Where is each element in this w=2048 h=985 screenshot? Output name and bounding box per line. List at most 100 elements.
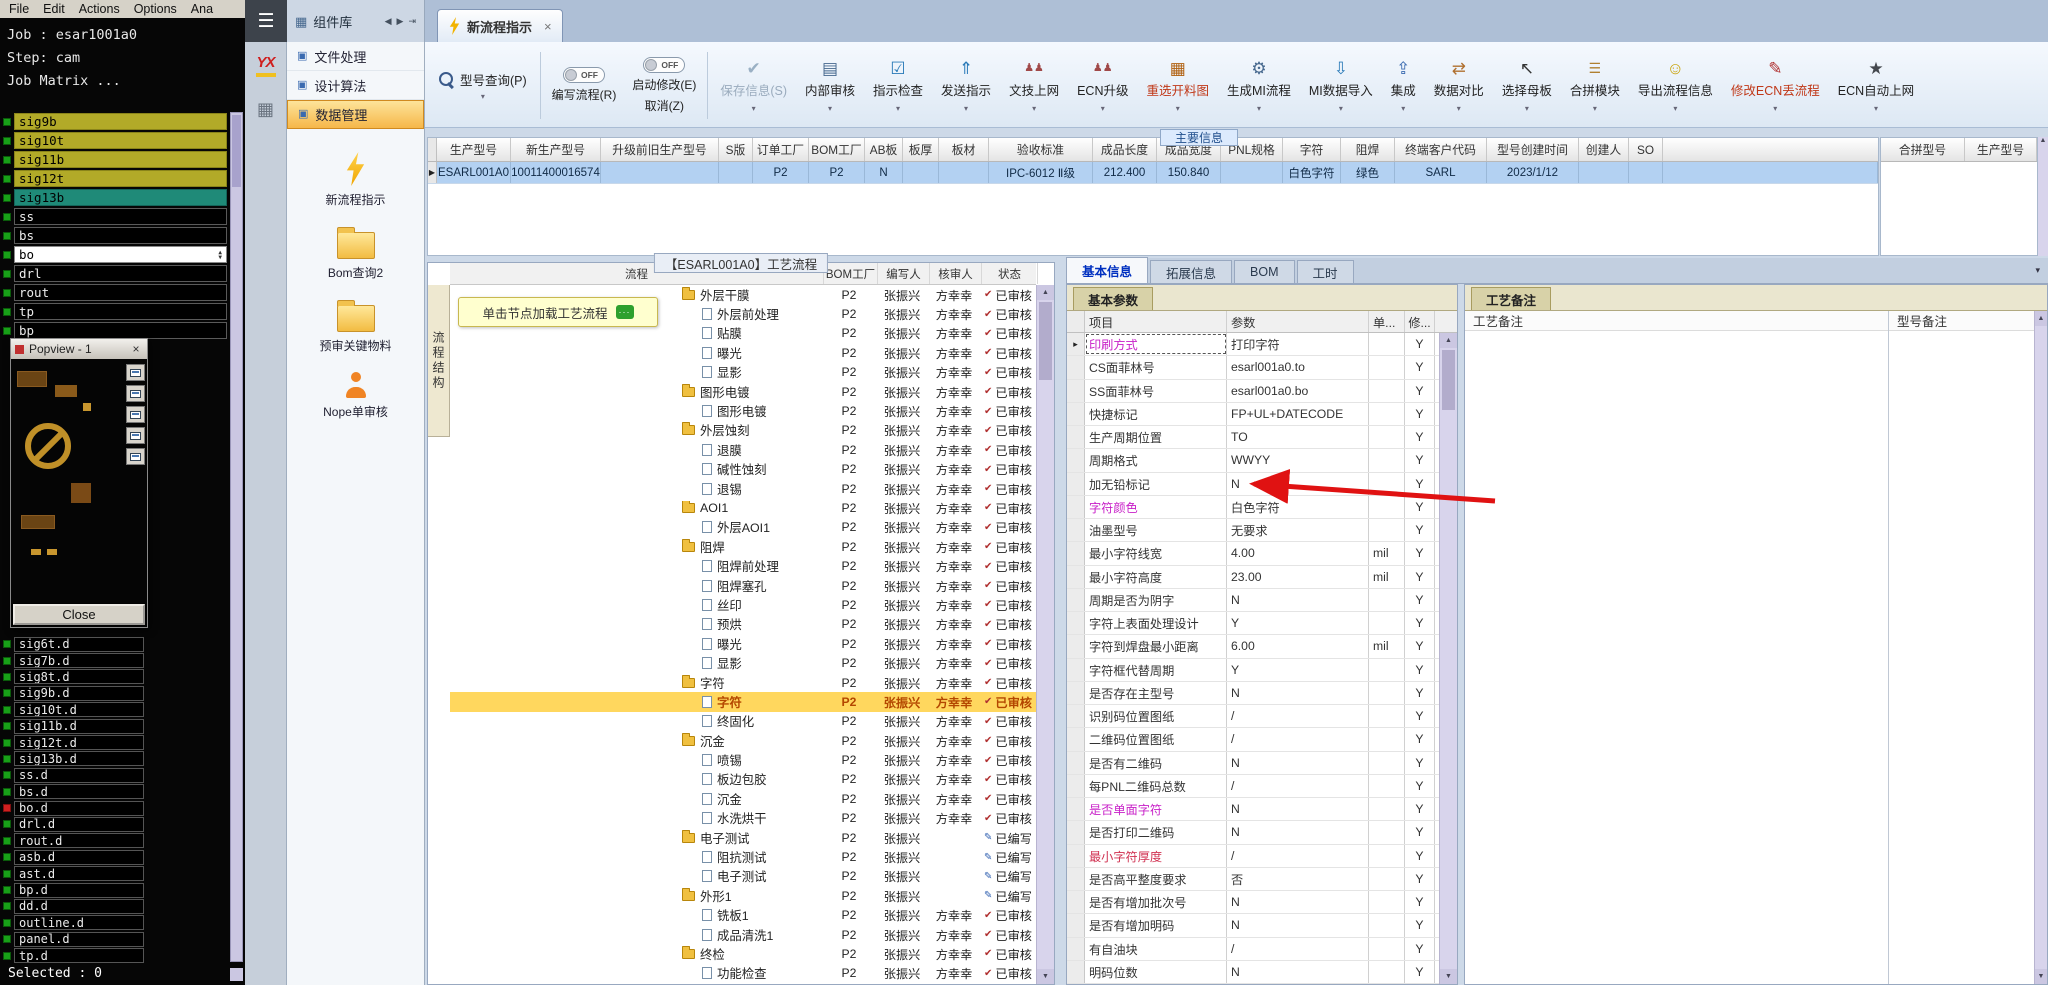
menu-item-ana[interactable]: Ana xyxy=(184,2,220,16)
toolbar-button-1[interactable]: ✔ 保存信息(S) ▾ xyxy=(711,46,796,125)
param-row[interactable]: 最小字符高度 23.00 mil Y xyxy=(1067,565,1457,589)
layer-row[interactable]: bo.d xyxy=(3,800,163,816)
param-value-cell[interactable]: / xyxy=(1227,844,1369,867)
tab-new-process-instruction[interactable]: 新流程指示 × xyxy=(437,9,563,42)
layer-row[interactable]: panel.d xyxy=(3,931,163,947)
process-node-row[interactable]: 喷锡 P2 张振兴 方幸幸 ✔ 已审核 xyxy=(450,750,1036,769)
model-query-button[interactable]: 型号查询(P) ▾ xyxy=(429,46,537,125)
process-node-row[interactable]: 字符 P2 张振兴 方幸幸 ✔ 已审核 xyxy=(450,673,1036,692)
write-flow-toggle-group[interactable]: OFF 编写流程(R) xyxy=(544,46,625,125)
tab-basic-params[interactable]: 基本参数 xyxy=(1073,287,1154,310)
param-row[interactable]: ▸ 印刷方式 打印字符 Y xyxy=(1067,333,1457,357)
layer-row[interactable]: rout.d xyxy=(3,833,163,849)
param-row[interactable]: 是否打印二维码 N Y xyxy=(1067,821,1457,845)
column-header[interactable]: 订单工厂 xyxy=(753,138,809,161)
param-row[interactable]: 是否有增加明码 N Y xyxy=(1067,914,1457,938)
process-node-row[interactable]: 成品清洗1 P2 张振兴 方幸幸 ✔ 已审核 xyxy=(450,925,1036,944)
process-node-row[interactable]: 图形电镀 P2 张振兴 方幸幸 ✔ 已审核 xyxy=(450,382,1036,401)
menu-button[interactable]: ☰ xyxy=(245,0,287,42)
param-row[interactable]: 生产周期位置 TO Y xyxy=(1067,426,1457,450)
toolbar-button-8[interactable]: ⚙ 生成MI流程 ▾ xyxy=(1218,46,1300,125)
toolbar-button-5[interactable]: ♟♟ 文技上网 ▾ xyxy=(1000,46,1068,125)
tab-process-structure[interactable]: 流程结构 xyxy=(428,285,450,437)
param-row[interactable]: 字符框代替周期 Y Y xyxy=(1067,658,1457,682)
process-node-row[interactable]: 退膜 P2 张振兴 方幸幸 ✔ 已审核 xyxy=(450,440,1036,459)
param-row[interactable]: 最小字符线宽 4.00 mil Y xyxy=(1067,542,1457,566)
param-row[interactable]: 周期是否为阴字 N Y xyxy=(1067,588,1457,612)
layer-sig6t.d[interactable]: sig6t.d xyxy=(14,636,144,652)
param-value-cell[interactable]: 23.00 xyxy=(1227,565,1369,588)
column-header[interactable]: 字符 xyxy=(1283,138,1341,161)
layer-row[interactable]: dd.d xyxy=(3,898,163,914)
scroll-thumb[interactable] xyxy=(1039,302,1052,380)
scroll-up-icon[interactable]: ▲ xyxy=(1440,333,1457,348)
process-node-row[interactable]: 丝印 P2 张振兴 方幸幸 ✔ 已审核 xyxy=(450,595,1036,614)
tab-1[interactable]: 基本信息 xyxy=(1066,257,1149,283)
param-value-cell[interactable]: N xyxy=(1227,472,1369,495)
process-node-row[interactable]: 功能检查 P2 张振兴 方幸幸 ✔ 已审核 xyxy=(450,964,1036,983)
toolbar-button-12[interactable]: ↖ 选择母板 ▾ xyxy=(1493,46,1561,125)
toolbar-button-16[interactable]: ★ ECN自动上网 ▾ xyxy=(1829,46,1923,125)
column-header[interactable]: 阻焊 xyxy=(1341,138,1395,161)
param-value-cell[interactable]: N xyxy=(1227,914,1369,937)
params-column-header[interactable]: 项目 xyxy=(1085,311,1227,332)
scroll-down-icon[interactable]: ▼ xyxy=(2035,969,2047,984)
popview-titlebar[interactable]: Popview - 1 × xyxy=(11,339,147,359)
process-node-row[interactable]: 铣板1 P2 张振兴 方幸幸 ✔ 已审核 xyxy=(450,906,1036,925)
param-row[interactable]: 是否单面字符 N Y xyxy=(1067,798,1457,822)
column-header[interactable]: AB板 xyxy=(865,138,903,161)
layer-panel.d[interactable]: panel.d xyxy=(14,931,144,947)
param-value-cell[interactable]: FP+UL+DATECODE xyxy=(1227,402,1369,425)
column-header[interactable]: BOM工厂 xyxy=(809,138,865,161)
layer-row[interactable]: sig12t.d xyxy=(3,734,163,751)
sidebar-item-2[interactable]: ▣ 设计算法 xyxy=(287,71,424,100)
toolbar-button-7[interactable]: ▦ 重选开料图 ▾ xyxy=(1137,46,1218,125)
param-row[interactable]: 加无铅标记 N Y xyxy=(1067,472,1457,496)
process-node-row[interactable]: 外形1 P2 张振兴 ✎ 已编写 xyxy=(450,886,1036,905)
next-icon[interactable]: ▶ xyxy=(397,16,404,27)
toolbar-button-9[interactable]: ⇩ MI数据导入 ▾ xyxy=(1300,46,1382,125)
enable-edit-toggle[interactable]: OFF xyxy=(643,57,686,74)
param-row[interactable]: 是否存在主型号 N Y xyxy=(1067,681,1457,705)
process-node-row[interactable]: 外层AOI1 P2 张振兴 方幸幸 ✔ 已审核 xyxy=(450,518,1036,537)
process-node-row[interactable]: 沉金 P2 张振兴 方幸幸 ✔ 已审核 xyxy=(450,789,1036,808)
param-row[interactable]: 字符到焊盘最小距离 6.00 mil Y xyxy=(1067,635,1457,659)
param-value-cell[interactable]: 无要求 xyxy=(1227,519,1369,542)
process-node-row[interactable]: AOI1 P2 张振兴 方幸幸 ✔ 已审核 xyxy=(450,498,1036,517)
layer-row[interactable]: ss xyxy=(3,207,227,226)
param-row[interactable]: 字符上表面处理设计 Y Y xyxy=(1067,612,1457,636)
layer-ss[interactable]: ss xyxy=(14,208,227,225)
layer-row[interactable]: asb.d xyxy=(3,849,163,865)
layer-row[interactable]: outline.d xyxy=(3,915,163,931)
chevron-down-icon[interactable]: ▾ xyxy=(2035,265,2040,276)
menu-item-edit[interactable]: Edit xyxy=(36,2,72,16)
layer-tp.d[interactable]: tp.d xyxy=(14,948,144,964)
module-item-2[interactable]: Bom查询2 xyxy=(287,223,424,284)
grid-scrollbar[interactable]: ▲ xyxy=(2038,137,2048,256)
tab-process-notes[interactable]: 工艺备注 xyxy=(1471,287,1552,310)
process-node-row[interactable]: 电子测试 P2 张振兴 ✎ 已编写 xyxy=(450,828,1036,847)
param-row[interactable]: 二维码位置图纸 / Y xyxy=(1067,728,1457,752)
tab-4[interactable]: 工时 xyxy=(1296,260,1354,283)
scroll-up-icon[interactable]: ▲ xyxy=(2035,311,2047,326)
param-value-cell[interactable]: 白色字符 xyxy=(1227,495,1369,518)
column-header[interactable]: SO xyxy=(1629,138,1663,161)
param-value-cell[interactable]: Y xyxy=(1227,612,1369,635)
process-node-row[interactable]: 碱性蚀刻 P2 张振兴 方幸幸 ✔ 已审核 xyxy=(450,460,1036,479)
param-value-cell[interactable]: N xyxy=(1227,588,1369,611)
layer-row[interactable]: tp xyxy=(3,302,227,321)
pcb-preview-canvas[interactable] xyxy=(11,359,147,603)
module-item-3[interactable]: 预审关键物料 xyxy=(287,296,424,357)
popview-tool-button[interactable] xyxy=(126,385,145,402)
layer-sig9b.d[interactable]: sig9b.d xyxy=(14,685,144,701)
layer-ss.d[interactable]: ss.d xyxy=(14,767,144,783)
column-header[interactable]: 升级前旧生产型号 xyxy=(601,138,719,161)
popview-tool-button[interactable] xyxy=(126,448,145,465)
layer-row[interactable]: sig13b.d xyxy=(3,751,163,767)
layer-sig10t.d[interactable]: sig10t.d xyxy=(14,702,144,718)
layer-row[interactable]: bp.d xyxy=(3,882,163,898)
param-row[interactable]: 有自油块 / Y xyxy=(1067,937,1457,961)
column-header[interactable]: 板材 xyxy=(939,138,989,161)
sidebar-item-1[interactable]: ▣ 文件处理 xyxy=(287,42,424,71)
column-header[interactable]: 终端客户代码 xyxy=(1395,138,1487,161)
